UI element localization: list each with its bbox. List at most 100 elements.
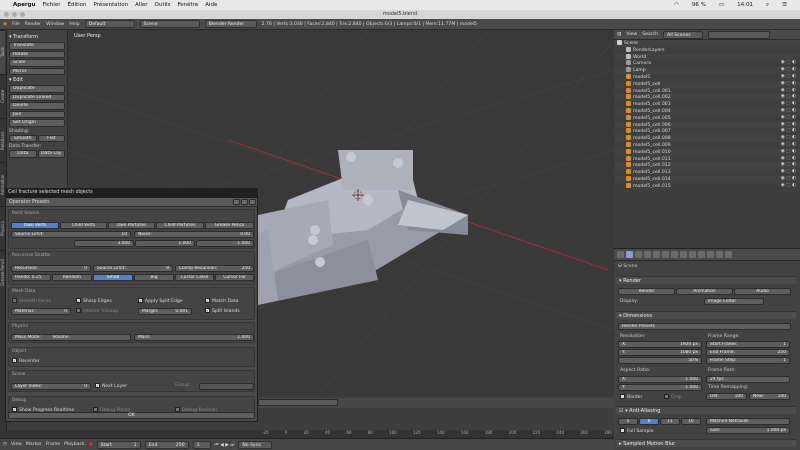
end-frame-field[interactable]: End 250 — [144, 440, 189, 449]
texture-tab-icon[interactable] — [707, 251, 714, 258]
outliner-menu-search[interactable]: Search — [642, 32, 658, 37]
scene-dropdown[interactable]: Scene — [139, 20, 200, 28]
start-frame-field[interactable]: Start 1 — [96, 440, 141, 449]
aa-samples-8[interactable]: 8 — [639, 418, 659, 425]
rotate-button[interactable]: Rotate — [9, 50, 65, 58]
noise-field[interactable]: Noise: 0.00 — [134, 231, 254, 238]
menu-list-icon[interactable]: ☰ — [782, 2, 787, 9]
frame-step-field[interactable]: Frame Step: 1 — [706, 357, 790, 364]
menu-presentation[interactable]: Présentation — [94, 2, 129, 8]
split-islands-checkbox[interactable]: Split Islands — [205, 308, 240, 315]
recursion-cursor-close-toggle[interactable]: Cursor Close — [175, 274, 214, 281]
duplicate-button[interactable]: Duplicate — [9, 85, 65, 93]
wifi-icon[interactable]: ◠ — [674, 2, 679, 9]
aa-samples-16[interactable]: 16 — [681, 418, 701, 425]
transform-panel-title[interactable]: ▾ Transform — [9, 34, 65, 40]
border-checkbox[interactable]: Border — [620, 394, 642, 401]
data-layers-button[interactable]: Data Lay — [37, 150, 65, 158]
random-factor-field[interactable]: Rando: 0.25 — [11, 274, 51, 281]
crop-checkbox[interactable]: Crop — [664, 394, 682, 401]
recursion-source-limit-field[interactable]: Source Limit: 8 — [93, 265, 173, 272]
outliner-item-cell-015[interactable]: model5_cell.015 ◉ ⬚ ◐ — [614, 182, 800, 190]
outliner-item-cell[interactable]: model5_cell ◉ ⬚ ◐ — [614, 80, 800, 88]
mass-mode-dropdown[interactable]: Mass Mode: Volume — [11, 334, 131, 341]
render-engine-dropdown[interactable]: Blender Render — [204, 20, 257, 28]
render-panel-title[interactable]: ▾ Render — [616, 276, 796, 284]
operator-presets-header[interactable]: Operator Presets — [6, 198, 257, 207]
join-button[interactable]: Join — [9, 110, 65, 118]
object-tab-icon[interactable] — [662, 251, 669, 258]
recursion-big-toggle[interactable]: Big — [134, 274, 174, 281]
delete-button[interactable]: Delete — [9, 102, 65, 110]
outliner-display-dropdown[interactable]: All Scenes — [663, 30, 704, 39]
recursion-field[interactable]: Recursion: 0 — [11, 265, 91, 272]
display-dropdown[interactable]: Image Editor — [704, 298, 764, 305]
source-limit-field[interactable]: Source Limit: 10 — [11, 231, 131, 238]
duplicate-linked-button[interactable]: Duplicate Linked — [9, 93, 65, 101]
recursion-small-toggle[interactable]: Small — [93, 274, 133, 281]
menu-fichier[interactable]: Fichier — [43, 2, 61, 8]
scene-tab-icon[interactable] — [644, 251, 651, 258]
group-field[interactable] — [199, 383, 254, 390]
timeline-ruler[interactable]: -20 0 20 40 60 80 100 120 140 160 180 200 220 240 260 2… — [0, 430, 614, 438]
outliner-item-cell-001[interactable]: model5_cell.001 ◉ ⬚ ◐ — [614, 87, 800, 95]
blender-logo-icon[interactable]: ◉ — [3, 22, 7, 27]
clamp-recursion-field[interactable]: Clamp Recursion: 250 — [175, 265, 254, 272]
recursion-cursor-far-toggle[interactable]: Cursor Far — [215, 274, 254, 281]
render-tab-icon[interactable] — [626, 251, 633, 258]
outliner-item-cell-004[interactable]: model5_cell.004 ◉ ⬚ ◐ — [614, 107, 800, 115]
material-tab-icon[interactable] — [698, 251, 705, 258]
outliner-item-cell-003[interactable]: model5_cell.003 ◉ ⬚ ◐ — [614, 101, 800, 108]
scale-button[interactable]: Scale — [9, 59, 65, 67]
resolution-percentage-slider[interactable]: 50% — [618, 357, 702, 364]
app-menu[interactable]: Apergu — [13, 2, 36, 8]
translate-button[interactable]: Translate — [9, 42, 65, 50]
outliner-item-cell-011[interactable]: model5_cell.011 ◉ ⬚ ◐ — [614, 155, 800, 163]
recursion-random-toggle[interactable]: Random — [52, 274, 92, 281]
flat-button[interactable]: Flat — [37, 134, 65, 142]
child-verts-toggle[interactable]: Child Verts — [60, 222, 107, 229]
apply-split-edge-checkbox[interactable]: Apply Split Edge — [138, 298, 183, 305]
particles-tab-icon[interactable] — [716, 251, 723, 258]
sync-dropdown[interactable]: No Sync — [238, 440, 273, 449]
outliner-editor-icon[interactable]: ▤ — [617, 32, 621, 37]
outliner-item-camera[interactable]: Camera ◉ ⬚ ◐ — [614, 60, 800, 67]
aa-samples-5[interactable]: 5 — [618, 418, 638, 425]
mirror-button[interactable]: Mirror — [9, 67, 65, 75]
aspect-y-field[interactable]: Y: 1.000 — [618, 384, 702, 391]
scale-y-field[interactable]: 1.000 — [135, 240, 195, 247]
outliner-item-world[interactable]: World — [614, 53, 800, 61]
ship-model[interactable] — [228, 150, 468, 310]
tab-relations[interactable]: Relations — [0, 118, 5, 162]
time-remap-old-field[interactable]: Old: 100 — [706, 393, 747, 400]
outliner-item-lamp[interactable]: Lamp ◉ ⬚ ◐ — [614, 67, 800, 74]
recenter-checkbox[interactable]: Recenter — [12, 358, 40, 365]
set-origin-dropdown[interactable]: Set Origin — [9, 119, 65, 127]
menu-outils[interactable]: Outils — [155, 2, 171, 8]
end-frame-field[interactable]: End Frame: 250 — [706, 349, 790, 356]
frame-rate-dropdown[interactable]: 24 fps — [706, 376, 790, 383]
full-sample-checkbox[interactable]: Full Sample — [620, 428, 654, 435]
clock-icon[interactable]: ◷ — [3, 442, 7, 447]
scale-z-field[interactable]: 1.000 — [196, 240, 254, 247]
outliner-item-cell-002[interactable]: model5_cell.002 ◉ ⬚ ◐ — [614, 94, 800, 102]
aspect-x-field[interactable]: X: 1.000 — [618, 376, 702, 383]
menu-fenetre[interactable]: Fenêtre — [177, 2, 198, 8]
outliner-item-cell-013[interactable]: model5_cell.013 ◉ ⬚ ◐ — [614, 169, 800, 176]
render-button[interactable]: Render — [618, 288, 675, 295]
preset-dropdown-icon[interactable] — [233, 199, 240, 205]
world-tab-icon[interactable] — [653, 251, 660, 258]
dimensions-panel-title[interactable]: ▾ Dimensions — [616, 311, 796, 319]
menu-aller[interactable]: Aller — [135, 2, 147, 8]
constraints-tab-icon[interactable] — [671, 251, 678, 258]
outliner-item-model5[interactable]: model5 ◉ ⬚ ◐ — [614, 73, 800, 81]
outliner-item-cell-006[interactable]: model5_cell.006 ◉ ⬚ ◐ — [614, 121, 800, 129]
scale-x-field[interactable]: 3.000 — [74, 240, 134, 247]
remove-preset-icon[interactable] — [249, 199, 256, 205]
tab-create[interactable]: Create — [0, 74, 5, 118]
outliner-item-cell-012[interactable]: model5_cell.012 ◉ ⬚ ◐ — [614, 162, 800, 170]
own-particles-toggle[interactable]: Own Particles — [108, 222, 155, 229]
physics-tab-icon[interactable] — [725, 251, 732, 258]
data-button[interactable]: Data — [9, 150, 37, 158]
menu-aide[interactable]: Aide — [205, 2, 217, 8]
